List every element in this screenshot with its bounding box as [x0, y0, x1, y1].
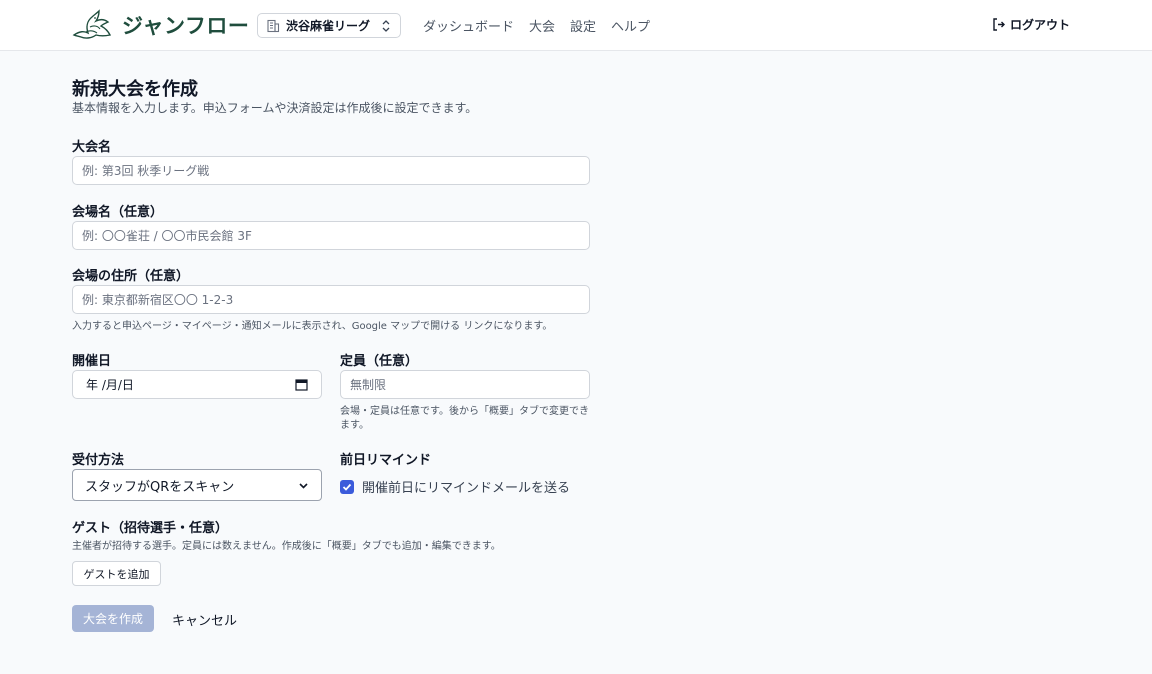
nav-item-tournaments[interactable]: 大会 — [529, 16, 555, 35]
reception-method-select[interactable]: スタッフがQRをスキャン — [72, 469, 322, 501]
capacity-help-text: 会場・定員は任意です。後から「概要」タブで変更できます。 — [340, 406, 589, 431]
brand-name: ジャンフロー — [122, 14, 250, 38]
chevron-up-down-icon — [382, 19, 390, 32]
reminder-checkbox[interactable] — [340, 479, 354, 494]
check-icon — [342, 483, 352, 491]
calendar-icon[interactable] — [295, 378, 308, 391]
logout-label: ログアウト — [1009, 18, 1070, 32]
cancel-button[interactable]: キャンセル — [172, 610, 237, 629]
venue-name-input[interactable] — [72, 221, 590, 250]
org-selector[interactable]: 渋谷麻雀リーグ — [257, 13, 401, 38]
add-guest-button[interactable]: ゲストを追加 — [72, 561, 161, 586]
nav-item-settings[interactable]: 設定 — [570, 16, 596, 35]
page-title: 新規大会を作成 — [72, 79, 198, 100]
guest-help-text: 主催者が招待する選手。定員には数えません。作成後に「概要」タブでも追加・編集でき… — [72, 541, 501, 552]
reminder-label: 前日リマインド — [340, 453, 432, 468]
date-label: 開催日 — [72, 354, 112, 369]
venue-address-input[interactable] — [72, 285, 590, 314]
date-input[interactable]: 年 /月/日 — [72, 370, 322, 399]
logout-button[interactable]: ログアウト — [991, 16, 1070, 33]
building-icon — [267, 19, 280, 32]
guest-label: ゲスト（招待選手・任意） — [72, 521, 229, 536]
chevron-down-icon — [299, 482, 308, 489]
address-help-text: 入力すると申込ページ・マイページ・通知メールに表示され、Google マップで開… — [72, 321, 553, 332]
org-name: 渋谷麻雀リーグ — [286, 19, 371, 33]
venue-address-label: 会場の住所（任意） — [72, 269, 190, 284]
nav-item-dashboard[interactable]: ダッシュボード — [423, 16, 514, 35]
reminder-checkbox-row[interactable]: 開催前日にリマインドメールを送る — [340, 477, 570, 496]
date-value: 年 /月/日 — [86, 378, 134, 392]
create-tournament-button[interactable]: 大会を作成 — [72, 605, 154, 632]
page-subtitle: 基本情報を入力します。申込フォームや決済設定は作成後に設定できます。 — [72, 101, 478, 115]
nav-item-help[interactable]: ヘルプ — [611, 16, 650, 35]
top-bar: ジャンフロー 渋谷麻雀リーグ ダッシュボード 大会 設定 ヘルプ ログアウト — [0, 0, 1152, 51]
tournament-name-label: 大会名 — [72, 140, 112, 155]
reception-method-value: スタッフがQRをスキャン — [85, 479, 235, 495]
capacity-input[interactable] — [340, 370, 590, 399]
main-nav: ダッシュボード 大会 設定 ヘルプ — [423, 16, 650, 35]
logout-icon — [993, 18, 1005, 31]
logo[interactable]: ジャンフロー — [72, 9, 249, 41]
capacity-label: 定員（任意） — [340, 354, 419, 369]
reminder-checkbox-label: 開催前日にリマインドメールを送る — [362, 481, 571, 496]
reception-method-label: 受付方法 — [72, 453, 125, 468]
tournament-name-input[interactable] — [72, 156, 590, 185]
bird-logo-icon — [72, 9, 112, 39]
venue-name-label: 会場名（任意） — [72, 205, 164, 220]
